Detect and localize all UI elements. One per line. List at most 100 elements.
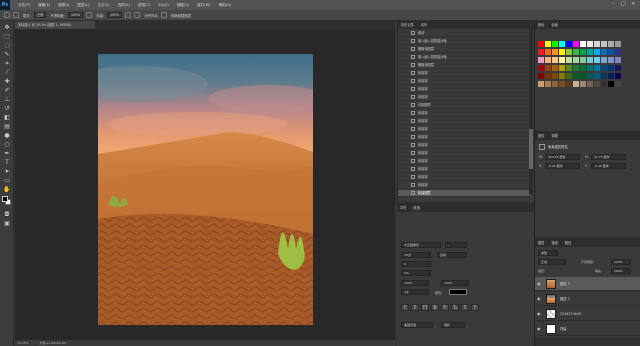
color-swatch[interactable] xyxy=(587,81,593,87)
color-swatch[interactable] xyxy=(566,49,572,55)
text-style-button[interactable]: T¹ xyxy=(441,304,449,311)
history-item[interactable]: 橡皮擦 xyxy=(398,182,530,189)
color-swatch[interactable] xyxy=(580,65,586,71)
paths-tab[interactable]: 路径 xyxy=(565,241,571,245)
color-swatch[interactable] xyxy=(608,81,614,87)
color-swatch[interactable] xyxy=(580,57,586,63)
character-tab[interactable]: 字符 xyxy=(400,206,406,210)
history-item[interactable]: 置入嵌入的智能对象 xyxy=(398,38,530,45)
menu-image[interactable]: 图像(I) xyxy=(58,3,69,8)
history-tab[interactable]: 历史记录 xyxy=(401,23,414,27)
color-swatch[interactable] xyxy=(594,73,600,79)
actions-tab[interactable]: 动作 xyxy=(421,23,427,27)
color-tab[interactable]: 颜色 xyxy=(538,23,544,27)
layer-row[interactable]: ◉ 图层 3 xyxy=(535,277,640,291)
layer-filter-select[interactable]: 类型 xyxy=(538,250,558,256)
color-swatch[interactable] xyxy=(573,73,579,79)
x-input[interactable]: -0.26 厘米 xyxy=(545,163,580,169)
height-input[interactable]: 11.73 厘米 xyxy=(591,154,626,160)
leading-input[interactable]: 自动 xyxy=(437,252,467,258)
history-item[interactable]: 橡皮擦 xyxy=(398,110,530,117)
color-swatch[interactable] xyxy=(580,73,586,79)
text-style-button[interactable]: T xyxy=(411,304,419,311)
quick-mask-icon[interactable]: ◘ xyxy=(3,211,11,218)
history-item[interactable]: 仿制图章 xyxy=(398,102,530,109)
color-swatch[interactable] xyxy=(559,49,565,55)
history-item[interactable]: 移动 xyxy=(398,30,530,37)
menu-window[interactable]: 窗口(W) xyxy=(197,3,211,8)
text-color-swatch[interactable] xyxy=(449,289,467,295)
history-item[interactable]: 新建图层 xyxy=(398,190,530,197)
adjustments-tab[interactable]: 调整 xyxy=(551,134,557,138)
color-swatch[interactable] xyxy=(559,81,565,87)
clone-stamp-tool-icon[interactable] xyxy=(4,12,10,18)
y-input[interactable]: -2.45 厘米 xyxy=(591,163,626,169)
history-item[interactable]: 橡皮擦 xyxy=(398,134,530,141)
quick-select-tool-icon[interactable]: ✎ xyxy=(3,51,11,58)
color-swatch[interactable] xyxy=(608,57,614,63)
color-swatch[interactable] xyxy=(545,49,551,55)
color-swatch[interactable] xyxy=(538,65,544,71)
text-style-button[interactable]: T₁ xyxy=(451,304,459,311)
color-swatch[interactable] xyxy=(601,73,607,79)
color-swatch[interactable] xyxy=(538,57,544,63)
fill-input[interactable]: 100% xyxy=(611,268,631,274)
history-scrollbar[interactable] xyxy=(529,29,533,194)
color-swatch[interactable] xyxy=(552,49,558,55)
color-swatch[interactable] xyxy=(615,41,621,47)
color-swatch[interactable] xyxy=(573,57,579,63)
color-swatch[interactable] xyxy=(594,49,600,55)
mode-select[interactable]: 正常 xyxy=(33,12,47,18)
menu-filter[interactable]: 滤镜(T) xyxy=(138,3,150,8)
foreground-color-swatch[interactable] xyxy=(2,196,8,202)
color-swatch[interactable] xyxy=(545,41,551,47)
color-swatch[interactable] xyxy=(552,81,558,87)
color-swatch[interactable] xyxy=(552,41,558,47)
healing-brush-tool-icon[interactable]: ✚ xyxy=(3,78,11,85)
color-swatch[interactable] xyxy=(545,57,551,63)
blur-tool-icon[interactable]: ● xyxy=(3,132,11,139)
color-swatch[interactable] xyxy=(559,73,565,79)
color-swatch[interactable] xyxy=(615,49,621,55)
color-swatch[interactable] xyxy=(587,49,593,55)
color-swatch[interactable] xyxy=(594,57,600,63)
history-item[interactable]: 橡皮擦 xyxy=(398,118,530,125)
color-swatch[interactable] xyxy=(608,49,614,55)
marquee-tool-icon[interactable]: ⬚ xyxy=(3,33,11,40)
font-style-select[interactable]: - xyxy=(445,242,467,248)
menu-view[interactable]: 视图(V) xyxy=(177,3,189,8)
color-swatch[interactable] xyxy=(594,65,600,71)
aligned-checkbox[interactable] xyxy=(134,12,141,18)
color-swatch[interactable] xyxy=(566,57,572,63)
color-swatch[interactable] xyxy=(587,57,593,63)
history-item[interactable]: 橡皮擦 xyxy=(398,158,530,165)
language-select[interactable]: 美国英语 xyxy=(401,322,433,328)
horizontal-scale-input[interactable]: 100% xyxy=(441,280,469,286)
color-swatch[interactable] xyxy=(587,65,593,71)
color-swatch[interactable] xyxy=(615,81,621,87)
color-swatch[interactable] xyxy=(566,41,572,47)
color-swatch[interactable] xyxy=(608,41,614,47)
canvas-image[interactable] xyxy=(98,54,313,325)
gradient-tool-icon[interactable]: ▤ xyxy=(3,123,11,130)
color-swatch[interactable] xyxy=(545,81,551,87)
color-swatch[interactable] xyxy=(580,49,586,55)
screen-mode-icon[interactable]: ▣ xyxy=(3,220,11,227)
color-swatch[interactable] xyxy=(573,41,579,47)
color-swatch[interactable] xyxy=(552,73,558,79)
color-swatch[interactable] xyxy=(538,49,544,55)
crop-tool-icon[interactable]: ⌗ xyxy=(3,60,11,67)
color-swatch[interactable] xyxy=(573,81,579,87)
properties-tab[interactable]: 属性 xyxy=(538,134,544,138)
history-item[interactable]: 橡皮擦 xyxy=(398,78,530,85)
color-swatch[interactable] xyxy=(594,81,600,87)
clone-stamp-tool-icon[interactable]: ⊥ xyxy=(3,96,11,103)
airbrush-icon[interactable] xyxy=(125,12,132,18)
history-item[interactable]: 置入嵌入的智能对象 xyxy=(398,54,530,61)
color-swatch[interactable] xyxy=(566,73,572,79)
color-swatch[interactable] xyxy=(601,49,607,55)
shape-tool-icon[interactable]: ▭ xyxy=(3,177,11,184)
pen-tool-icon[interactable]: ✒ xyxy=(3,150,11,157)
layer-row[interactable]: ◉ 1234374444 xyxy=(535,307,640,321)
vertical-scale-input[interactable]: 100% xyxy=(401,280,429,286)
